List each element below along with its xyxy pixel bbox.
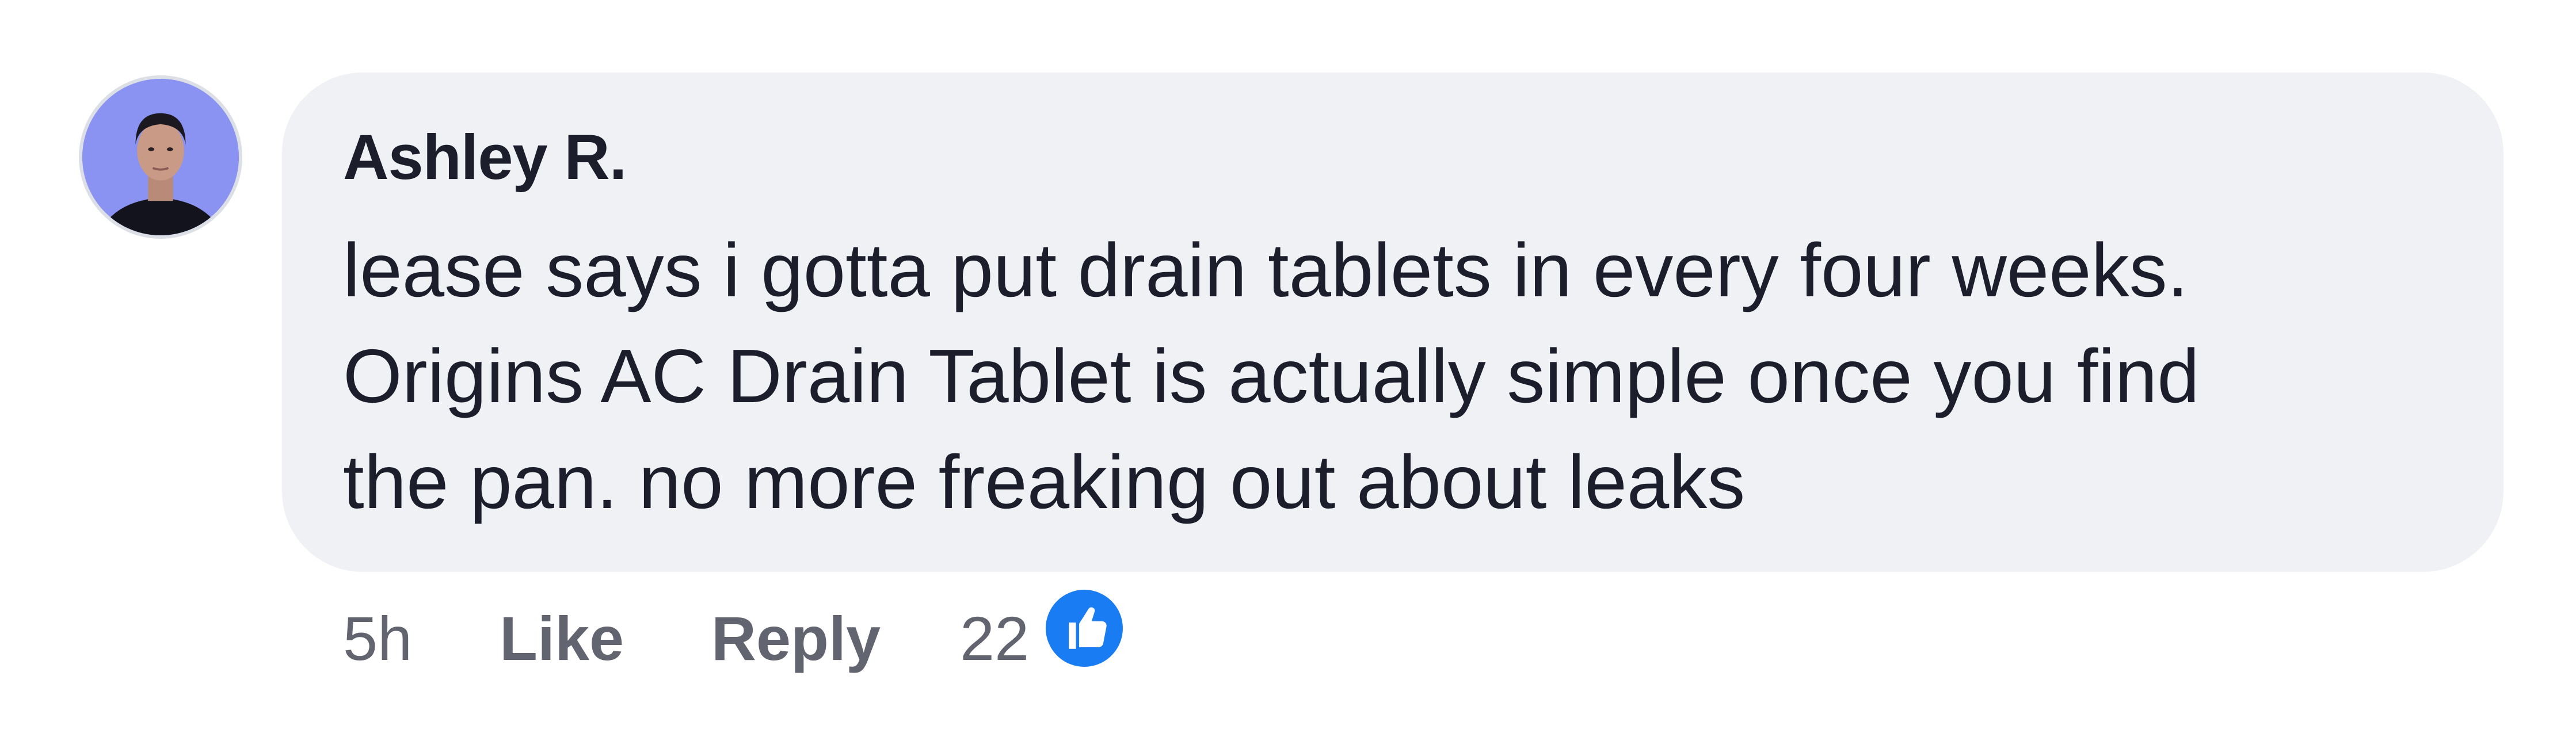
comment-author[interactable]: Ashley R. <box>343 121 627 194</box>
reply-button[interactable]: Reply <box>711 604 881 673</box>
comment-timestamp[interactable]: 5h <box>343 604 412 673</box>
person-portrait-icon <box>82 79 239 235</box>
reaction-count[interactable]: 22 <box>960 604 1029 673</box>
avatar[interactable] <box>79 75 242 239</box>
comment-actions: 5h Like Reply 22 <box>0 586 2576 696</box>
thumbs-up-icon[interactable] <box>1042 586 1127 671</box>
comment-text: lease says i gotta put drain tablets in … <box>343 228 2200 524</box>
like-button[interactable]: Like <box>500 604 624 673</box>
